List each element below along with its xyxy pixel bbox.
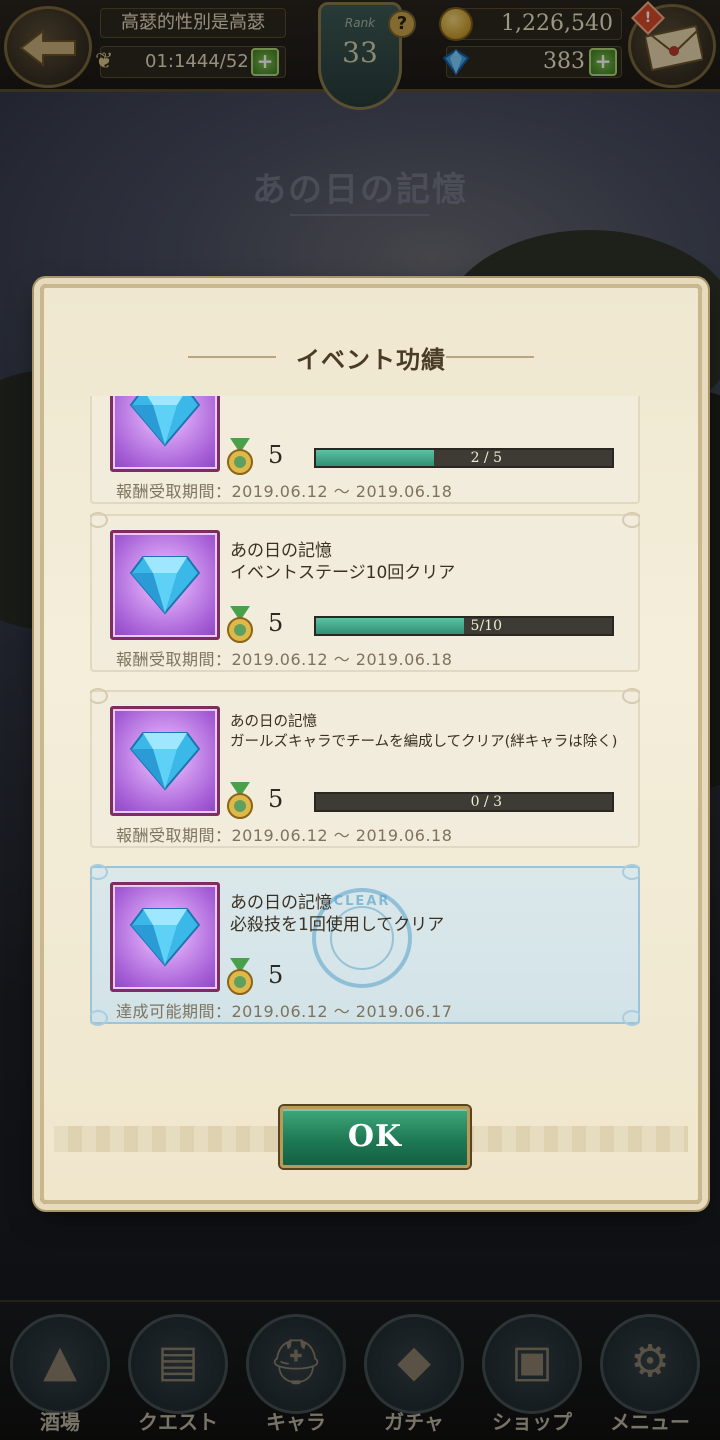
corner-ornament [622,864,640,880]
corner-ornament [622,512,640,528]
achievement-list[interactable]: 5 2 / 5 報酬受取期間：2019.06.12 ～ 2019.06.18 あ… [90,396,640,1026]
progress-bar: 0 / 3 [314,792,614,812]
ok-button[interactable]: OK [280,1106,470,1168]
gem-icon [129,396,201,447]
reward-icon-frame [110,530,220,640]
achievement-description: イベントステージ10回クリア [230,563,456,583]
achievement-description: ガールズキャラでチームを編成してクリア(絆キャラは除く) [230,734,618,750]
reward-icon-frame [110,706,220,816]
title-divider-right [446,356,534,358]
achievement-title: あの日の記憶 [230,541,332,561]
dialog-title: イベント功績 [296,346,446,374]
progress-bar: 5/10 [314,616,614,636]
achievement-card: 5 2 / 5 報酬受取期間：2019.06.12 ～ 2019.06.18 [90,396,640,504]
achievement-card: あの日の記憶 イベントステージ10回クリア 5 5/10 報酬受取期間：2019… [90,512,640,672]
corner-ornament [90,688,108,704]
reward-icon-frame [110,396,220,472]
reward-period: 報酬受取期間：2019.06.12 ～ 2019.06.18 [116,482,453,501]
gem-icon [129,732,201,791]
achievement-card: あの日の記憶 ガールズキャラでチームを編成してクリア(絆キャラは除く) 5 0 … [90,688,640,848]
corner-ornament [622,688,640,704]
reward-count: 5 [268,785,284,813]
gem-icon [129,556,201,615]
achievement-title: あの日の記憶 [230,893,332,913]
reward-count: 5 [268,441,284,469]
medal-icon [227,782,253,819]
progress-text: 5/10 [470,618,502,634]
medal-icon [227,958,253,995]
reward-period: 報酬受取期間：2019.06.12 ～ 2019.06.18 [116,826,453,845]
reward-count: 5 [268,961,284,989]
progress-text: 0 / 3 [470,794,502,810]
gem-icon [129,908,201,967]
progress-text: 2 / 5 [470,450,502,466]
progress-bar: 2 / 5 [314,448,614,468]
corner-ornament [90,512,108,528]
reward-count: 5 [268,609,284,637]
achievement-description: 必殺技を1回使用してクリア [230,915,445,935]
event-achievements-dialog: イベント功績 5 2 / 5 報酬受取期間：2019.06.12 ～ 2019.… [40,284,702,1204]
corner-ornament [622,1010,640,1026]
reward-icon-frame [110,882,220,992]
corner-ornament [90,1010,108,1026]
medal-icon [227,606,253,643]
corner-ornament [90,864,108,880]
achievement-card-cleared: CLEAR あの日の記憶 必殺技を1回使用してクリア 5 達成可能期間：2019… [90,864,640,1026]
achievable-period: 達成可能期間：2019.06.12 ～ 2019.06.17 [116,1002,453,1021]
reward-period: 報酬受取期間：2019.06.12 ～ 2019.06.18 [116,650,453,669]
medal-icon [227,438,253,475]
achievement-title: あの日の記憶 [230,714,317,730]
